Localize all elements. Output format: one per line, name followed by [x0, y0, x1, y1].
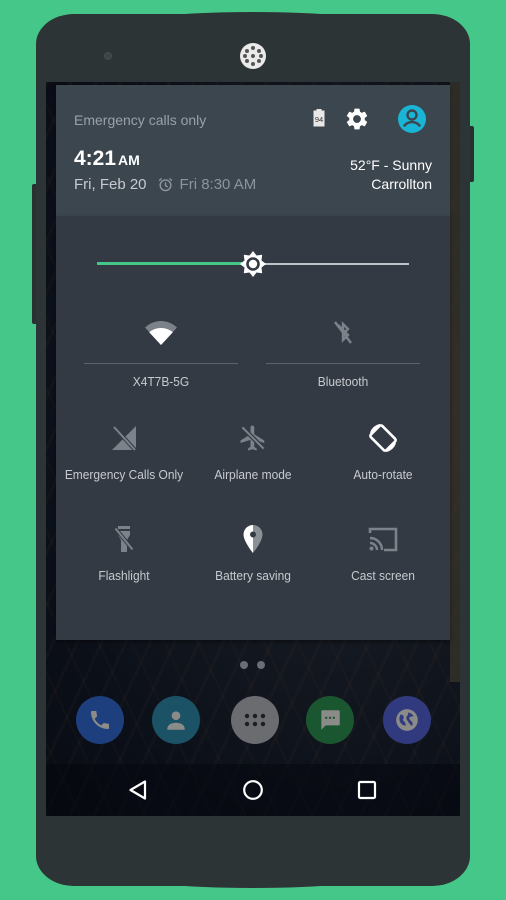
alarm-clock-icon [157, 176, 174, 193]
clock-ampm: AM [118, 152, 140, 168]
location-half-icon [186, 522, 320, 556]
tile-label: Flashlight [98, 568, 150, 583]
carrier-text: Emergency calls only [74, 112, 207, 128]
tile-label: Auto-rotate [353, 467, 413, 482]
earpiece-speaker [240, 43, 266, 69]
divider [266, 363, 420, 364]
page-dot[interactable] [240, 661, 248, 669]
date-row[interactable]: Fri, Feb 20 Fri 8:30 AM [74, 176, 256, 193]
screen-rotation-icon [316, 421, 450, 455]
tile-airplane-mode[interactable]: Airplane mode [186, 421, 320, 482]
back-icon [129, 780, 147, 800]
weather-condition: 52°F - Sunny [350, 157, 432, 173]
brightness-fill [97, 262, 253, 265]
home-icon [243, 780, 263, 800]
page-indicator [240, 661, 265, 669]
power-button[interactable] [470, 126, 474, 182]
dock-app-drawer[interactable] [231, 696, 279, 744]
alarm-time: Fri 8:30 AM [179, 176, 257, 193]
account-circle-icon[interactable] [397, 104, 427, 139]
date-text: Fri, Feb 20 [74, 176, 147, 193]
message-icon [321, 710, 340, 730]
dock-app-browser[interactable] [383, 696, 431, 744]
cast-icon [316, 522, 450, 556]
signal-off-icon [56, 421, 192, 455]
tile-cast-screen[interactable]: Cast screen [316, 522, 450, 583]
wifi-icon [84, 315, 238, 349]
divider [84, 363, 238, 364]
bluetooth-disabled-icon [266, 315, 420, 349]
tile-wifi[interactable]: X4T7B-5G [84, 315, 238, 389]
brightness-slider[interactable] [97, 250, 409, 278]
airplane-off-icon [186, 421, 320, 455]
battery-level-text: 94 [315, 115, 323, 124]
clock[interactable]: 4:21 AM [74, 147, 140, 171]
tile-auto-rotate[interactable]: Auto-rotate [316, 421, 450, 482]
app-drawer-icon [244, 713, 266, 727]
clock-time: 4:21 [74, 147, 117, 170]
tile-bluetooth[interactable]: Bluetooth [266, 315, 420, 389]
quick-settings-header: Emergency calls only 94 4:21 AM Fri, Feb… [56, 85, 450, 216]
globe-icon [396, 709, 418, 731]
phone-icon [91, 711, 109, 729]
tile-label: Cast screen [351, 568, 415, 583]
tile-label: Airplane mode [214, 467, 292, 482]
brightness-icon [240, 251, 266, 277]
brightness-thumb[interactable] [239, 250, 267, 278]
dock [46, 696, 460, 746]
home-button[interactable] [239, 776, 267, 804]
person-icon [167, 711, 185, 730]
back-button[interactable] [124, 776, 152, 804]
battery-icon[interactable]: 94 [313, 109, 325, 132]
gear-icon[interactable] [344, 106, 370, 137]
tile-label: Emergency Calls Only [64, 467, 184, 482]
dock-app-messenger[interactable] [306, 696, 354, 744]
tile-label: Battery saving [215, 568, 291, 583]
navigation-bar [46, 764, 460, 816]
dock-app-contacts[interactable] [152, 696, 200, 744]
tile-label: X4T7B-5G [132, 374, 190, 389]
weather-widget[interactable]: 52°F - Sunny Carrollton [350, 156, 432, 194]
recents-icon [357, 780, 377, 800]
screen: Emergency calls only 94 4:21 AM Fri, Feb… [46, 82, 460, 816]
tile-label: Bluetooth [317, 374, 369, 389]
dock-app-phone[interactable] [76, 696, 124, 744]
weather-location: Carrollton [371, 176, 432, 192]
tile-flashlight[interactable]: Flashlight [56, 522, 192, 583]
quick-settings-panel: X4T7B-5G Bluetooth Emergency Calls Only … [56, 216, 450, 640]
wallpaper-edge [450, 82, 460, 682]
flashlight-off-icon [56, 522, 192, 556]
tile-battery-saving[interactable]: Battery saving [186, 522, 320, 583]
front-camera [104, 52, 112, 60]
tile-emergency-calls[interactable]: Emergency Calls Only [56, 421, 192, 482]
recents-button[interactable] [353, 776, 381, 804]
page-dot[interactable] [257, 661, 265, 669]
